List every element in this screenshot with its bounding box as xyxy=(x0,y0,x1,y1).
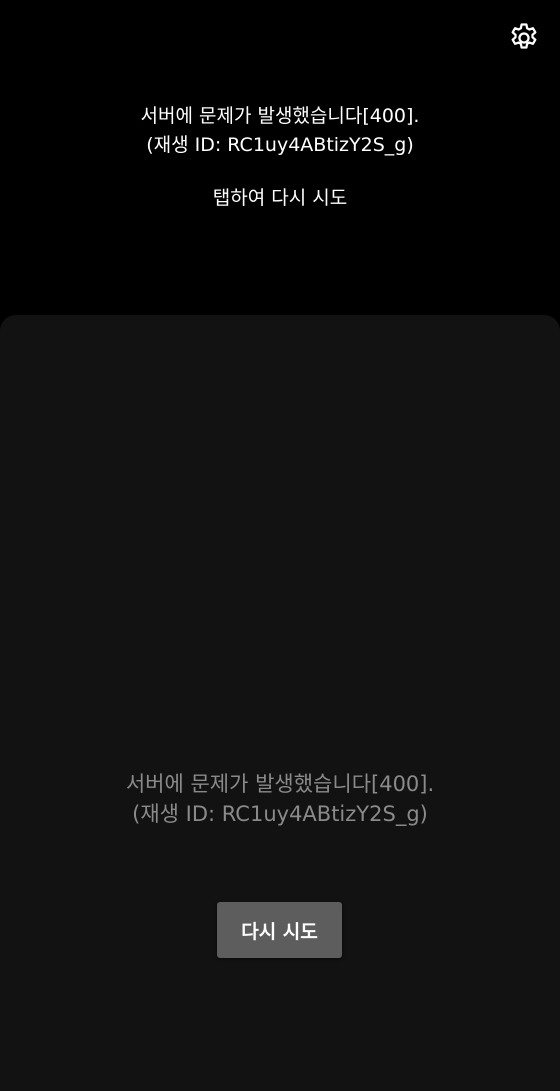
player-error-line-1: 서버에 문제가 발생했습니다[400]. xyxy=(140,105,420,127)
sheet-error-line-1: 서버에 문제가 발생했습니다[400]. xyxy=(125,772,435,796)
player-error-message: 서버에 문제가 발생했습니다[400]. (재생 ID: RC1uy4ABtiz… xyxy=(0,102,560,160)
sheet-error-line-2: (재생 ID: RC1uy4ABtizY2S_g) xyxy=(132,802,428,826)
video-player[interactable]: 서버에 문제가 발생했습니다[400]. (재생 ID: RC1uy4ABtiz… xyxy=(0,0,560,315)
tap-to-retry-link[interactable]: 탭하여 다시 시도 xyxy=(0,184,560,213)
player-error-line-2: (재생 ID: RC1uy4ABtizY2S_g) xyxy=(146,134,414,156)
settings-button[interactable] xyxy=(502,18,546,62)
content-sheet: 서버에 문제가 발생했습니다[400]. (재생 ID: RC1uy4ABtiz… xyxy=(0,315,560,1091)
sheet-error-message: 서버에 문제가 발생했습니다[400]. (재생 ID: RC1uy4ABtiz… xyxy=(0,769,560,829)
gear-icon xyxy=(507,21,541,59)
retry-button[interactable]: 다시 시도 xyxy=(217,902,342,958)
